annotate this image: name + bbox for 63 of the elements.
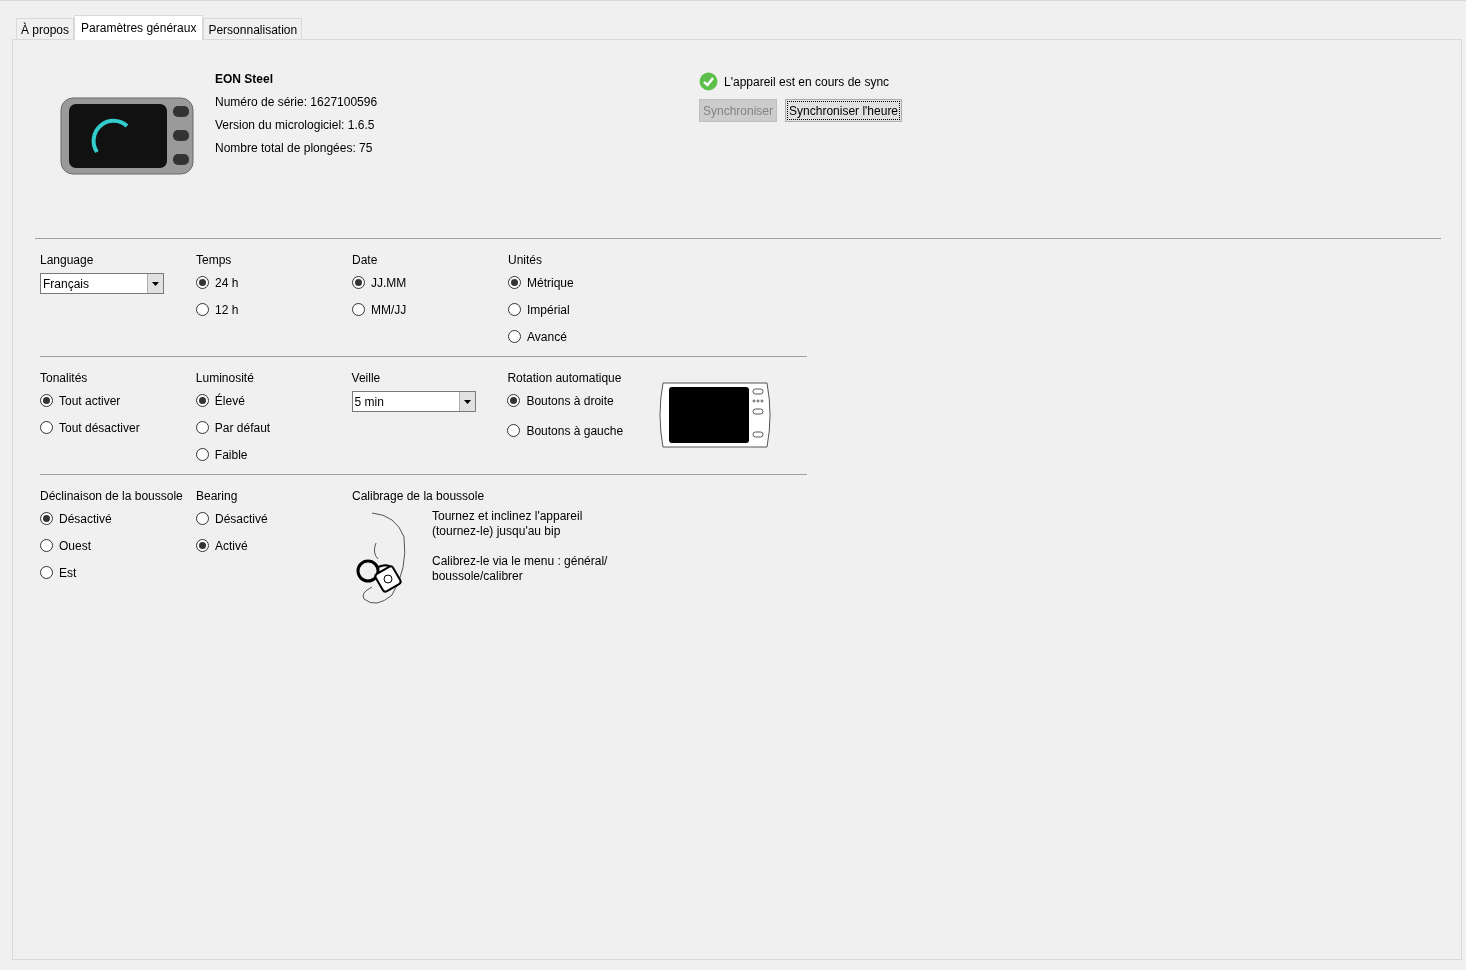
radio-label: MM/JJ xyxy=(371,301,407,319)
group-label: Date xyxy=(352,252,379,269)
radio-button[interactable] xyxy=(196,276,209,289)
radio-button[interactable] xyxy=(507,394,521,407)
radio-label: Par défaut xyxy=(214,419,271,437)
sync-button[interactable]: Synchroniser l'heure xyxy=(785,99,903,122)
radio-label: 12 h xyxy=(215,301,239,319)
group-label: Calibrage de la boussole xyxy=(352,488,486,505)
radio-label: Activé xyxy=(215,537,248,555)
radio-label: Désactivé xyxy=(59,510,112,528)
group-label: Language xyxy=(40,252,95,269)
dropdown[interactable]: 5 min xyxy=(351,391,476,412)
radio-button[interactable] xyxy=(196,539,209,552)
radio-label: 24 h xyxy=(215,274,239,292)
radio-label: Avancé xyxy=(527,328,567,346)
radio-label: JJ.MM xyxy=(371,274,407,292)
radio-label: Ouest xyxy=(59,537,91,555)
radio-button[interactable] xyxy=(195,421,209,434)
group-label: Veille xyxy=(351,370,382,387)
device-name: EON Steel xyxy=(215,71,275,88)
group-label: Déclinaison de la boussole xyxy=(40,488,184,505)
radio-label: Métrique xyxy=(527,274,574,292)
dropdown[interactable]: Français xyxy=(40,273,164,294)
radio-label: Boutons à droite xyxy=(526,392,614,410)
radio-button[interactable] xyxy=(352,276,365,289)
radio-button[interactable] xyxy=(507,424,521,437)
radio-button[interactable] xyxy=(40,394,53,407)
radio-button[interactable] xyxy=(40,512,53,525)
radio-button[interactable] xyxy=(40,566,53,579)
radio-button[interactable] xyxy=(196,303,209,316)
group-label: Tonalités xyxy=(40,370,89,387)
radio-label: Tout désactiver xyxy=(59,419,140,437)
radio-button[interactable] xyxy=(508,303,521,316)
radio-label: Impérial xyxy=(527,301,570,319)
device-detail: Version du micrologiciel: 1.6.5 xyxy=(215,117,376,134)
tab[interactable]: Paramètres généraux xyxy=(74,15,204,40)
instruction-text: Tournez et inclinez l'appareil (tournez-le) jusqu'au bip xyxy=(432,509,584,539)
group-label: Luminosité xyxy=(195,370,255,387)
group-label: Unités xyxy=(508,252,543,269)
radio-button[interactable] xyxy=(508,330,521,343)
radio-button[interactable] xyxy=(195,448,209,461)
radio-label: Élevé xyxy=(214,392,245,410)
radio-label: Est xyxy=(59,564,77,582)
radio-button[interactable] xyxy=(40,539,53,552)
radio-label: Boutons à gauche xyxy=(526,422,624,440)
group-label: Rotation automatique xyxy=(507,370,623,387)
group-label: Temps xyxy=(196,252,233,269)
radio-label: Désactivé xyxy=(215,510,268,528)
instruction-text: Calibrez-le via le menu : général/ boussole/calibrer xyxy=(432,554,609,584)
group-label: Bearing xyxy=(196,488,239,505)
radio-button[interactable] xyxy=(195,394,209,407)
radio-button[interactable] xyxy=(352,303,365,316)
device-detail: Nombre total de plongées: 75 xyxy=(215,140,374,157)
tab[interactable]: À propos xyxy=(16,18,75,40)
tab[interactable]: Personnalisation xyxy=(203,18,303,40)
radio-button[interactable] xyxy=(40,421,53,434)
check-icon xyxy=(699,72,718,91)
radio-label: Faible xyxy=(214,446,248,464)
radio-button[interactable] xyxy=(196,512,209,525)
radio-button[interactable] xyxy=(508,276,521,289)
device-detail: Numéro de série: 1627100596 xyxy=(215,94,379,111)
radio-label: Tout activer xyxy=(59,392,121,410)
sync-status: L'appareil est en cours de sync xyxy=(724,73,890,91)
